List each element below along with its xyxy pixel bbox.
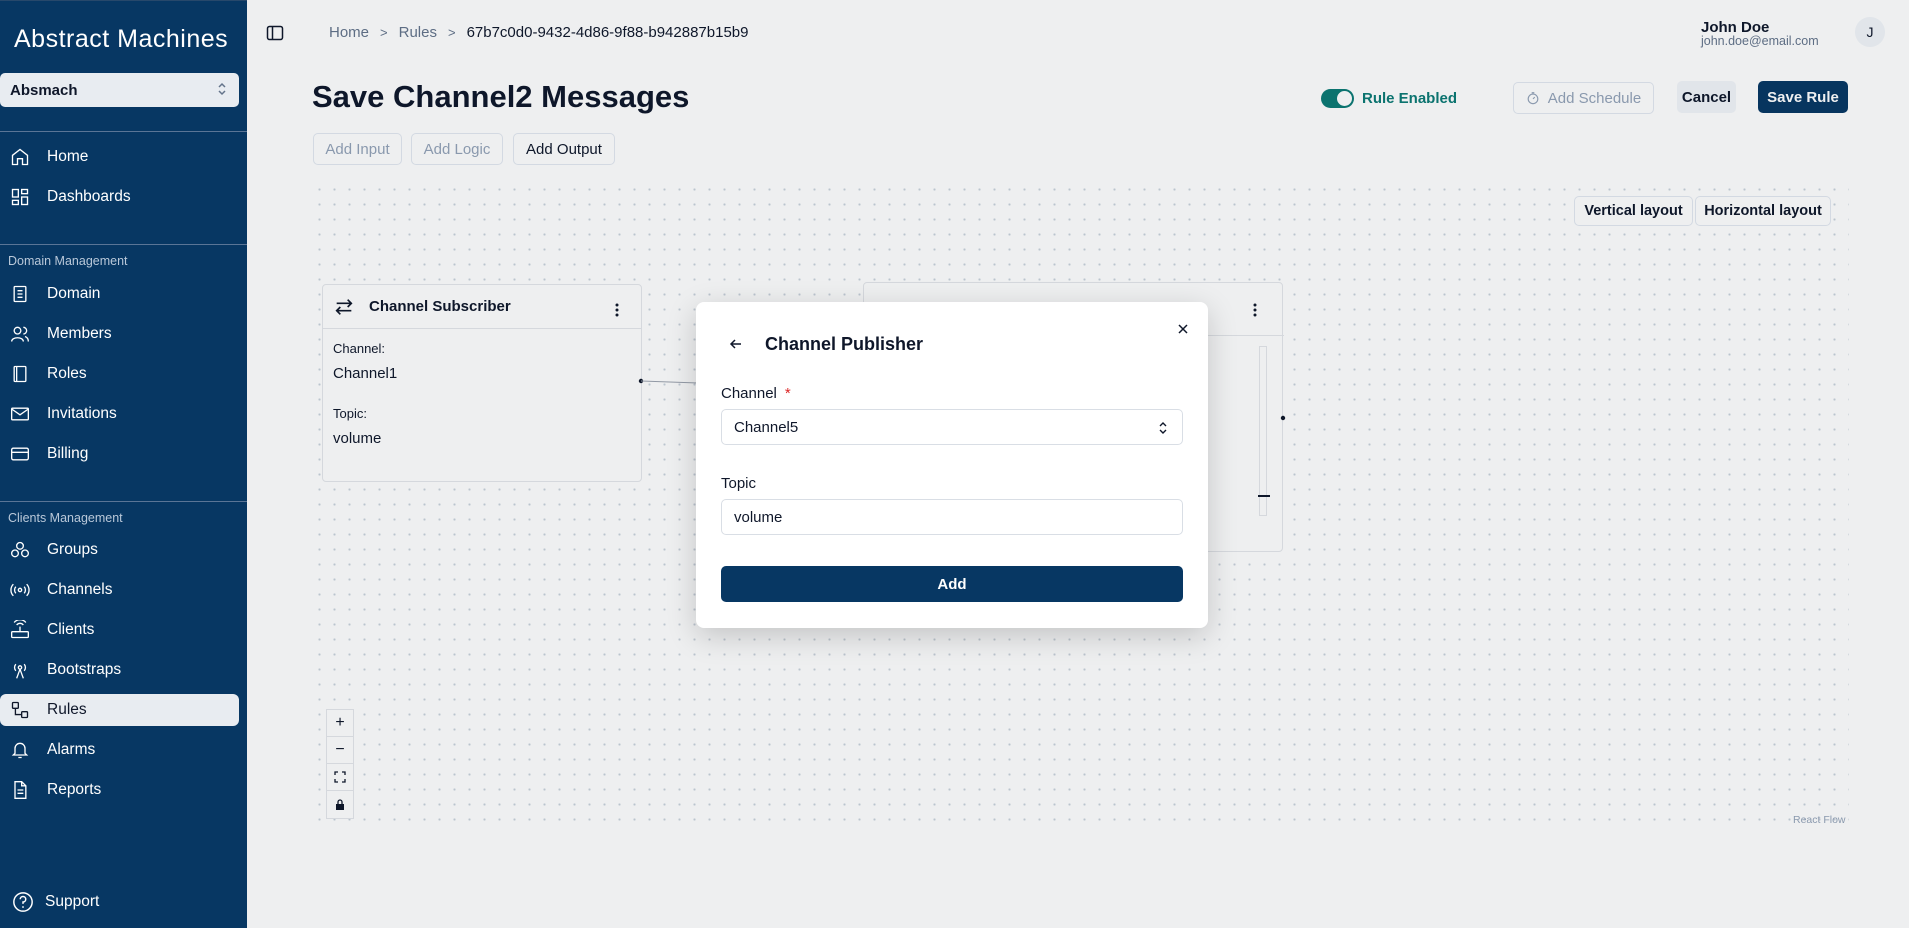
dashboard-icon	[10, 187, 30, 207]
org-selector[interactable]: Absmach	[0, 73, 239, 107]
building-icon	[10, 284, 30, 304]
org-name: Absmach	[10, 82, 78, 99]
section-label-domain: Domain Management	[8, 254, 128, 268]
sidebar-item-label: Members	[47, 325, 112, 342]
sidebar-item-roles[interactable]: Roles	[0, 358, 239, 390]
groups-icon	[10, 540, 30, 560]
sidebar-item-label: Groups	[47, 541, 98, 558]
app-logo[interactable]: Abstract Machines	[14, 25, 228, 54]
sidebar-item-label: Channels	[47, 581, 113, 598]
dialog-title: Channel Publisher	[765, 334, 924, 354]
sidebar-item-label: Roles	[47, 365, 87, 382]
radio-icon	[10, 580, 30, 600]
chevron-up-down-icon	[218, 82, 226, 96]
sidebar-item-bootstraps[interactable]: Bootstraps	[0, 654, 239, 686]
sidebar-item-channels[interactable]: Channels	[0, 574, 239, 606]
sidebar-item-clients[interactable]: Clients	[0, 614, 239, 646]
router-icon	[10, 620, 30, 640]
topic-field-label: Topic	[721, 475, 757, 492]
sidebar-item-groups[interactable]: Groups	[0, 534, 239, 566]
sidebar-item-label: Dashboards	[47, 188, 131, 205]
sidebar-item-members[interactable]: Members	[0, 318, 239, 350]
sidebar-item-label: Clients	[47, 621, 95, 638]
section-label-clients: Clients Management	[8, 511, 123, 525]
book-icon	[10, 364, 30, 384]
channel-select[interactable]: Channel5	[721, 409, 1183, 445]
sidebar-divider	[0, 244, 247, 245]
workflow-icon	[10, 700, 30, 720]
required-marker: *	[784, 385, 791, 402]
credit-card-icon	[10, 444, 30, 464]
sidebar-item-dashboards[interactable]: Dashboards	[0, 181, 239, 213]
sidebar-item-alarms[interactable]: Alarms	[0, 734, 239, 766]
mail-icon	[10, 404, 30, 424]
support-label: Support	[45, 893, 100, 910]
sidebar-item-billing[interactable]: Billing	[0, 438, 239, 470]
channel-select-value: Channel5	[734, 419, 799, 436]
sidebar-item-label: Reports	[47, 781, 102, 798]
sidebar-item-rules[interactable]: Rules	[0, 694, 239, 726]
sidebar-item-label: Rules	[47, 701, 87, 718]
sidebar-item-label: Alarms	[47, 741, 96, 758]
home-icon	[10, 147, 30, 167]
sidebar-item-label: Invitations	[47, 405, 117, 422]
sidebar-item-invitations[interactable]: Invitations	[0, 398, 239, 430]
support-link[interactable]: Support	[12, 891, 99, 913]
file-icon	[10, 780, 30, 800]
sidebar-item-domain[interactable]: Domain	[0, 278, 239, 310]
sidebar-item-label: Home	[47, 148, 89, 165]
sidebar-item-label: Bootstraps	[47, 661, 122, 678]
topic-input[interactable]: volume	[721, 499, 1183, 535]
channel-label-text: Channel	[721, 385, 777, 402]
users-icon	[10, 324, 30, 344]
sidebar-item-label: Domain	[47, 285, 101, 302]
antenna-icon	[10, 660, 30, 680]
sidebar: Abstract Machines Absmach Home Dashboard…	[0, 0, 247, 928]
chevron-up-down-icon	[1159, 422, 1167, 434]
close-icon[interactable]	[1176, 322, 1190, 336]
arrow-left-icon[interactable]	[728, 336, 744, 352]
sidebar-item-reports[interactable]: Reports	[0, 774, 239, 806]
sidebar-item-home[interactable]: Home	[0, 141, 239, 173]
channel-field-label: Channel *	[721, 385, 791, 402]
sidebar-item-label: Billing	[47, 445, 89, 462]
bell-icon	[10, 740, 30, 760]
add-button[interactable]: Add	[721, 566, 1183, 602]
channel-publisher-dialog: Channel Publisher Channel * Channel5 Topi…	[696, 302, 1208, 628]
sidebar-divider	[0, 131, 247, 132]
help-circle-icon	[13, 892, 33, 912]
sidebar-divider	[0, 501, 247, 502]
